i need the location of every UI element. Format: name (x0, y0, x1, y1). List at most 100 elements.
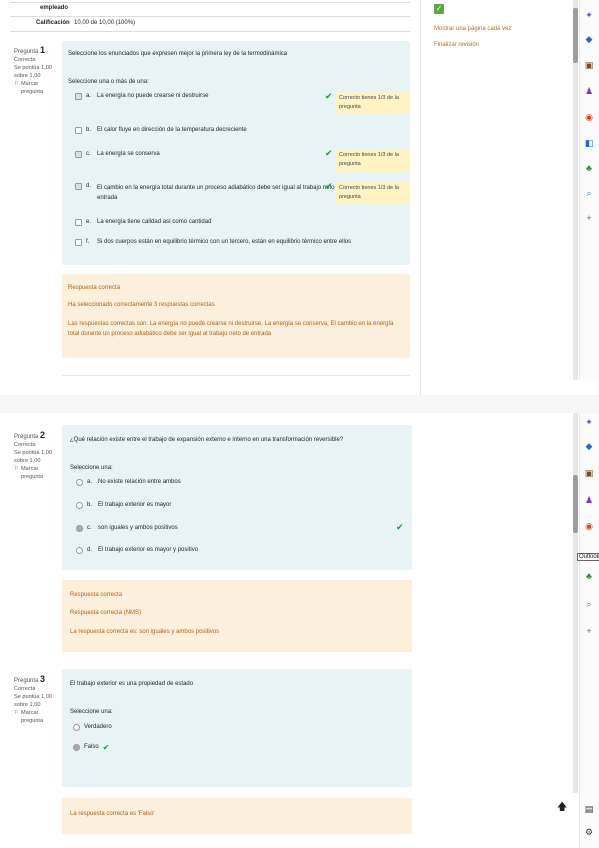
answer-option-a[interactable]: a. No existe relación entre ambos (76, 479, 181, 486)
scrollbar-thumb[interactable] (573, 8, 578, 63)
flag-label: Marcar pregunta (21, 710, 44, 724)
copilot-icon[interactable]: ✦ (584, 417, 594, 427)
option-text: La energía se conserva (97, 151, 160, 157)
question-label: Pregunta (14, 49, 39, 55)
answer-option-a[interactable]: a. La energía no puede crearse ni destrui… (75, 93, 208, 100)
briefcase-icon[interactable]: ▣ (584, 468, 594, 478)
question-info: Pregunta 2 Correcta Se puntúa 1,00 sobre… (14, 431, 56, 481)
office-icon[interactable]: ◉ (584, 112, 594, 122)
scrollbar-track[interactable] (573, 413, 578, 793)
scrollbar-thumb[interactable] (573, 475, 578, 533)
diamond-icon[interactable]: ◆ (584, 441, 594, 451)
question-status: Correcta (14, 442, 36, 448)
option-text: El cambio en la energía total durante un… (97, 185, 343, 201)
checkbox[interactable] (75, 127, 82, 134)
option-text: La energía tiene calidad así como cantid… (97, 219, 212, 225)
checkbox[interactable] (75, 239, 82, 246)
option-text: El trabajo exterior es mayor y positivo (98, 547, 199, 553)
check-icon: ✔ (102, 743, 110, 752)
check-icon[interactable]: ✓ (434, 4, 444, 14)
show-one-page-link[interactable]: Mostrar una página cada vez (434, 26, 511, 32)
correct-note: Respuesta correcta (NMS) (70, 610, 142, 616)
check-icon: ✔ (325, 181, 333, 191)
answer-option-d[interactable]: d. El cambio en la energía total durante … (75, 183, 347, 203)
option-letter: b. (86, 127, 92, 133)
answer-option-e[interactable]: e. La energía tiene calidad así como cant… (75, 219, 211, 226)
checkbox[interactable] (75, 183, 82, 190)
flag-question-link[interactable]: ⚐ Marcar pregunta (14, 465, 56, 481)
copilot-icon[interactable]: ✦ (584, 10, 594, 20)
option-feedback: Correcto tienes 1/3 de la pregunta (335, 92, 409, 114)
question-score: Se puntúa 1,00 sobre 1,00 (14, 450, 52, 464)
diamond-icon[interactable]: ◆ (584, 34, 594, 44)
correct-answer-text: Las respuestas correctas son: La energía… (68, 321, 394, 337)
flag-label: Marcar pregunta (21, 81, 44, 95)
answer-option-d[interactable]: d. El trabajo exterior es mayor y positiv… (76, 547, 198, 554)
flag-icon: ⚐ (14, 81, 20, 87)
outlook-icon[interactable]: ◧ (584, 138, 594, 148)
flag-icon: ⚐ (14, 466, 20, 472)
answer-option-f[interactable]: f. Si dos cuerpos están en equilibrio tér… (75, 239, 351, 246)
screenshot-top: empleado Calificación 10,00 de 10,00 (10… (0, 0, 599, 395)
plus-icon[interactable]: + (584, 626, 594, 636)
option-text: Verdadero (84, 724, 112, 730)
question-prompt: El trabajo exterior es una propiedad de … (70, 681, 194, 687)
option-text: Si dos cuerpos están en equilibrio térmi… (97, 239, 352, 245)
divider (10, 2, 410, 3)
tree-icon[interactable]: ♣ (584, 163, 594, 173)
question-info: Pregunta 3 Correcta Se puntúa 1,00 sobre… (14, 675, 56, 725)
option-text: son iguales y ambos positivos (98, 525, 178, 531)
question-label: Pregunta (14, 678, 39, 684)
flag-icon: ⚐ (14, 710, 20, 716)
radio-button[interactable] (76, 502, 83, 509)
question-prompt: Seleccione los enunciados que expresen m… (68, 51, 288, 57)
briefcase-icon[interactable]: ▣ (584, 60, 594, 70)
answer-instruction: Seleccione una: (70, 709, 113, 715)
flag-label: Marcar pregunta (21, 466, 44, 480)
check-icon: ✔ (325, 91, 333, 101)
flag-question-link[interactable]: ⚐ Marcar pregunta (14, 80, 56, 96)
flag-question-link[interactable]: ⚐ Marcar pregunta (14, 709, 56, 725)
radio-button[interactable] (73, 724, 80, 731)
answer-option-false[interactable]: Falso ✔ (73, 743, 110, 752)
option-text: El calor fluye en dirección de la temper… (97, 127, 247, 133)
answer-option-b[interactable]: b. El trabajo exterior es mayor (76, 502, 171, 509)
radio-button[interactable] (76, 547, 83, 554)
grade-label: Calificación (36, 20, 70, 26)
checkbox[interactable] (75, 151, 82, 158)
search-icon[interactable]: ⌕ (584, 188, 594, 198)
answer-option-b[interactable]: b. El calor fluye en dirección de la temp… (75, 127, 247, 134)
option-letter: a. (87, 479, 93, 485)
option-letter: f. (86, 239, 90, 245)
people-icon[interactable]: ♟ (584, 86, 594, 96)
checkbox[interactable] (75, 219, 82, 226)
office-icon[interactable]: ◉ (584, 521, 594, 531)
question-status: Correcta (14, 686, 36, 692)
finish-review-link[interactable]: Finalizar revisión (434, 42, 479, 48)
checkbox[interactable] (75, 93, 82, 100)
search-icon[interactable]: ⌕ (584, 599, 594, 609)
option-letter: d. (87, 547, 93, 553)
people-icon[interactable]: ♟ (584, 495, 594, 505)
settings-icon[interactable]: ⚙ (584, 827, 594, 837)
divider (62, 375, 410, 376)
option-letter: c. (86, 151, 91, 157)
employee-label: empleado (40, 5, 69, 11)
option-letter: d. (86, 183, 92, 189)
question-status: Correcta (14, 57, 36, 63)
answer-option-c[interactable]: c. La energía se conserva (75, 151, 160, 158)
check-icon: ✔ (325, 148, 333, 158)
feedback-box (62, 580, 412, 652)
question-number: 3 (40, 674, 46, 684)
answer-option-c[interactable]: c. son iguales y ambos positivos (76, 525, 178, 532)
question-prompt: ¿Qué relación existe entre el trabajo de… (70, 437, 344, 443)
plus-icon[interactable]: + (584, 213, 594, 223)
radio-button[interactable] (76, 525, 83, 532)
radio-button[interactable] (73, 744, 80, 751)
outlook-tooltip: Outlook (577, 553, 599, 561)
tree-icon[interactable]: ♣ (584, 571, 594, 581)
radio-button[interactable] (76, 479, 83, 486)
layout-icon[interactable]: ▤ (584, 804, 594, 814)
arrow-up-icon[interactable]: 🡅 (557, 800, 567, 817)
answer-option-true[interactable]: Verdadero (73, 724, 112, 731)
